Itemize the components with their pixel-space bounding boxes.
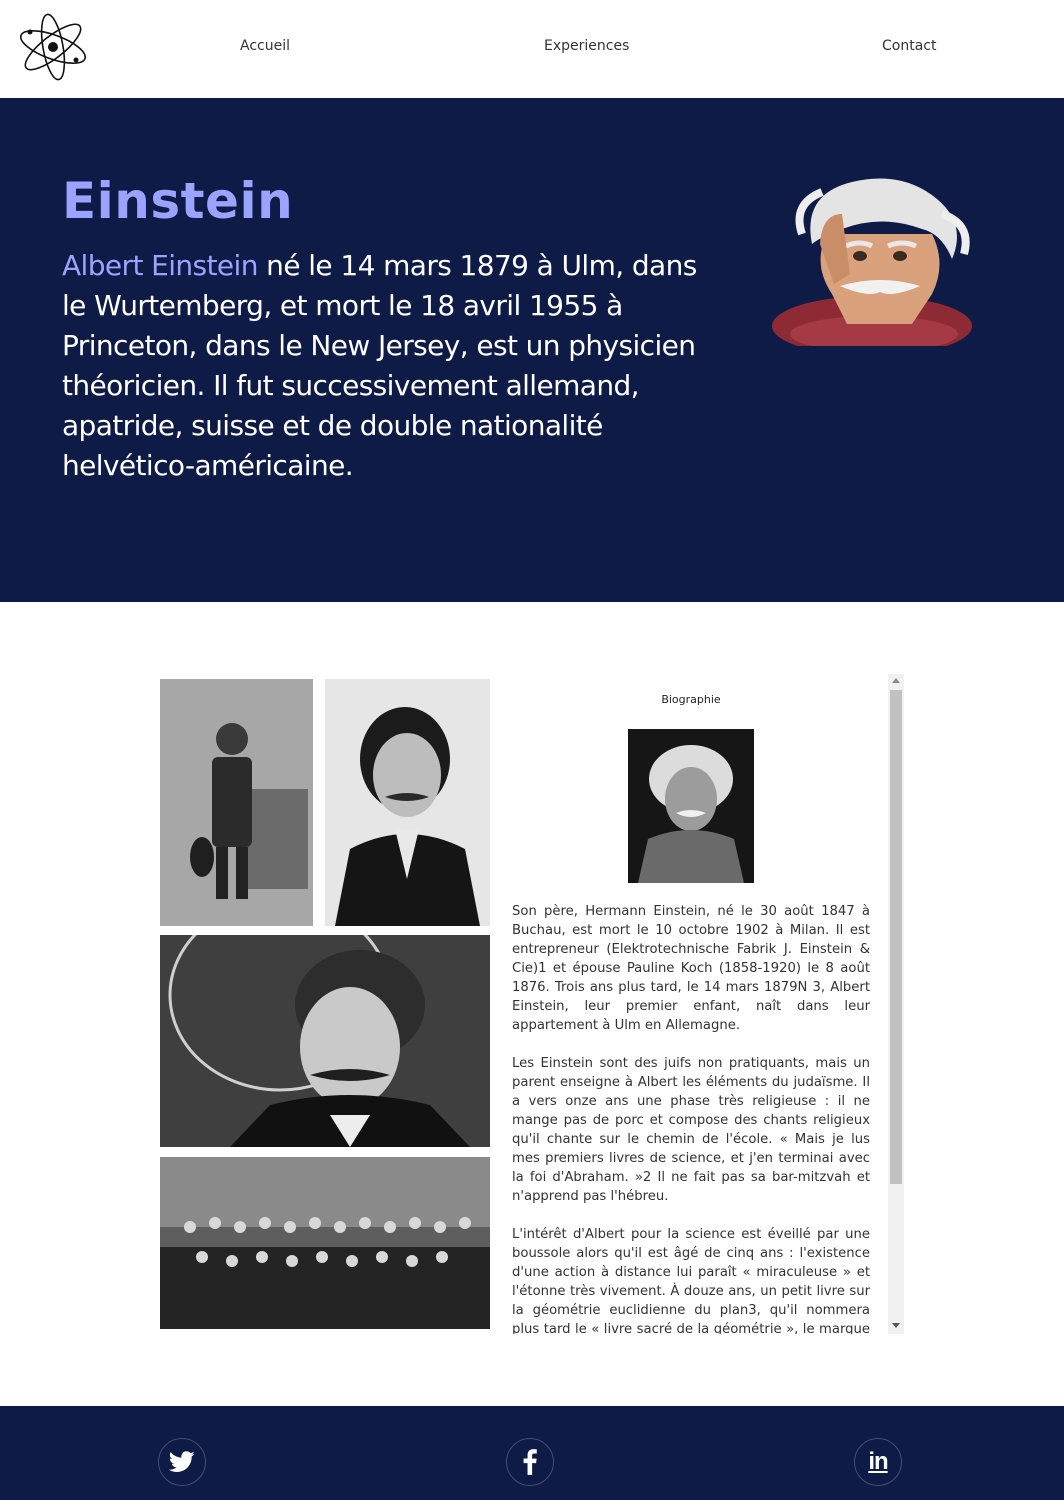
hero-title: Einstein bbox=[62, 172, 294, 230]
einstein-blackboard-photo bbox=[160, 935, 490, 1147]
facebook-icon bbox=[523, 1449, 537, 1475]
linkedin-icon: in bbox=[868, 1448, 888, 1475]
hero-name-highlight: Albert Einstein bbox=[62, 249, 258, 282]
young-einstein-photo bbox=[160, 679, 313, 926]
solvay-conference-group-photo bbox=[160, 1157, 490, 1329]
top-navigation: Accueil Experiences Contact bbox=[0, 0, 1064, 98]
einstein-biography-portrait bbox=[628, 729, 754, 883]
linkedin-link[interactable]: in bbox=[854, 1438, 902, 1486]
biography-paragraph: Les Einstein sont des juifs non pratiqua… bbox=[512, 1056, 870, 1204]
biography-paragraph: L'intérêt d'Albert pour la science est é… bbox=[512, 1227, 870, 1334]
hero-description: Albert Einstein né le 14 mars 1879 à Ulm… bbox=[62, 246, 702, 486]
scroll-up-arrow-icon[interactable] bbox=[892, 678, 900, 683]
footer: in bbox=[0, 1406, 1064, 1500]
twitter-link[interactable] bbox=[158, 1438, 206, 1486]
biography-scrollbar[interactable] bbox=[888, 674, 904, 1334]
biography-title: Biographie bbox=[661, 693, 721, 706]
hero-description-text: né le 14 mars 1879 à Ulm, dans le Wurtem… bbox=[62, 249, 697, 482]
einstein-portrait-illustration bbox=[772, 178, 972, 346]
biography-paragraph: Son père, Hermann Einstein, né le 30 aoû… bbox=[512, 904, 870, 1033]
hero-section: Einstein Albert Einstein né le 14 mars 1… bbox=[0, 98, 1064, 602]
biography-panel[interactable]: Biographie Son père, Hermann Einstein, n… bbox=[500, 674, 905, 1334]
nav-link-accueil[interactable]: Accueil bbox=[240, 38, 290, 54]
twitter-icon bbox=[169, 1451, 195, 1472]
facebook-link[interactable] bbox=[506, 1438, 554, 1486]
scrollbar-thumb[interactable] bbox=[890, 690, 902, 1184]
biography-text: Son père, Hermann Einstein, né le 30 aoû… bbox=[512, 902, 870, 1334]
einstein-suit-photo bbox=[325, 679, 490, 926]
atom-logo[interactable] bbox=[16, 10, 90, 84]
scroll-down-arrow-icon[interactable] bbox=[892, 1323, 900, 1328]
nav-link-contact[interactable]: Contact bbox=[882, 38, 936, 54]
nav-link-experiences[interactable]: Experiences bbox=[544, 38, 629, 54]
